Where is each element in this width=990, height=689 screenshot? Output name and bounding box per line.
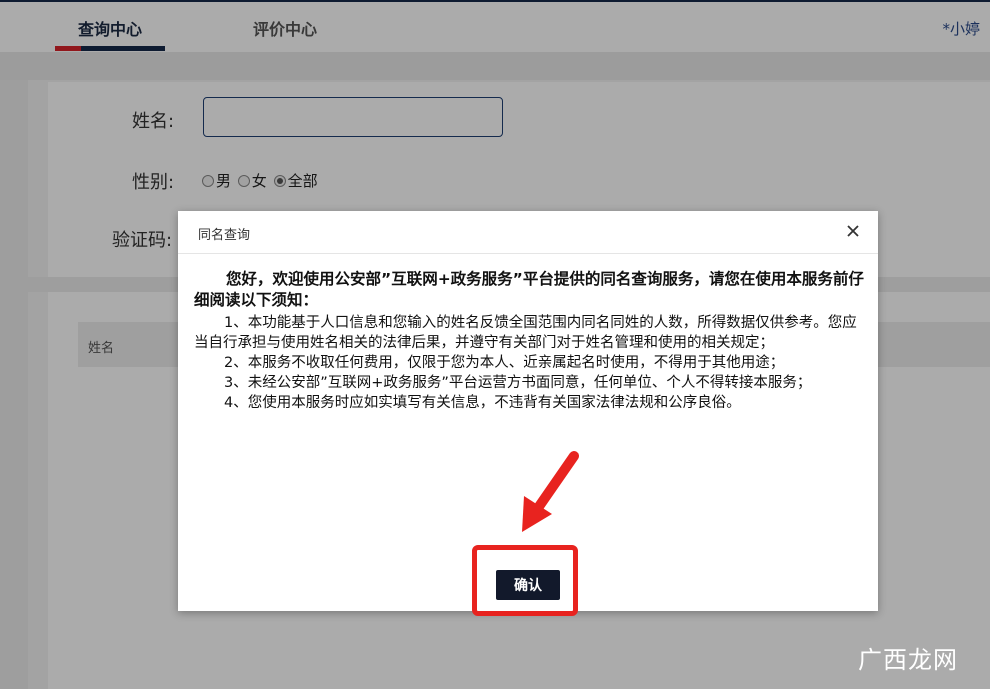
notice-item: 3、未经公安部”互联网+政务服务”平台运营方书面同意，任何单位、个人不得转接本服…	[224, 375, 812, 391]
close-icon[interactable]	[844, 222, 862, 240]
notice-item: 1、本功能基于人口信息和您输入的姓名反馈全国范围内同名同姓的人数，所得数据仅供参…	[194, 315, 857, 351]
watermark: 广西龙网	[858, 646, 958, 674]
notice-item: 4、您使用本服务时应如实填写有关信息，不违背有关国家法律法规和公序良俗。	[224, 395, 741, 411]
dialog-header: 同名查询	[178, 211, 878, 254]
dialog-body: 您好，欢迎使用公安部”互联网+政务服务”平台提供的同名查询服务，请您在使用本服务…	[194, 269, 864, 413]
notice-intro: 您好，欢迎使用公安部”互联网+政务服务”平台提供的同名查询服务，请您在使用本服务…	[194, 270, 864, 309]
arrow-annotation-icon	[522, 451, 579, 532]
highlight-annotation-box	[472, 545, 578, 616]
dialog-title: 同名查询	[198, 228, 251, 243]
notice-item: 2、本服务不收取任何费用，仅限于您为本人、近亲属起名时使用，不得用于其他用途；	[224, 355, 785, 371]
